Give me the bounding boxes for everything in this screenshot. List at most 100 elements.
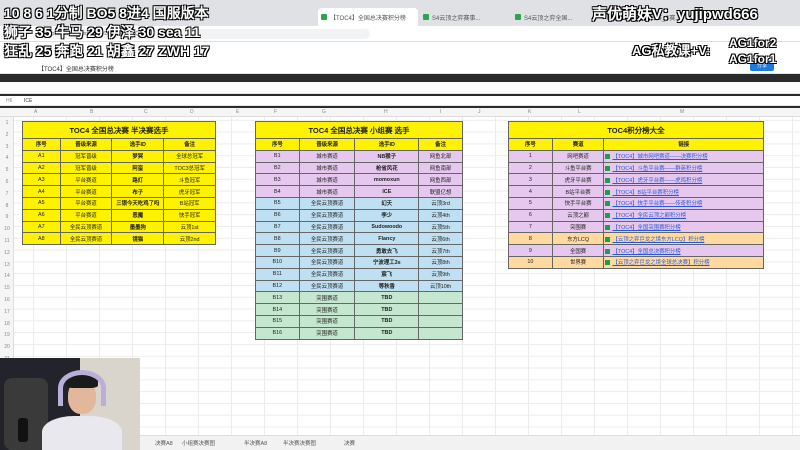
table-cell[interactable]: 城市赛道 <box>298 149 356 163</box>
col-k[interactable]: K <box>528 109 531 115</box>
table-cell[interactable]: 云顶1st <box>163 220 216 234</box>
table-cell[interactable]: B6 <box>255 208 300 222</box>
table-cell[interactable]: 墨墨狗 <box>111 220 165 234</box>
table-cell[interactable]: A4 <box>22 185 61 198</box>
table-cell[interactable]: 2 <box>508 161 553 175</box>
table-cell[interactable]: A7 <box>22 220 61 234</box>
table-cell[interactable]: B11 <box>255 267 300 281</box>
table-cell[interactable]: 平台赛道 <box>59 208 113 222</box>
table-cell[interactable]: TBD <box>354 303 420 316</box>
points-link[interactable]: 【TOC4】全国总决赛积分榜 <box>603 244 764 257</box>
table-cell[interactable]: 云顶2nd <box>163 232 216 246</box>
table-cell[interactable]: A3 <box>22 173 61 187</box>
row-number[interactable]: 12 <box>0 250 14 256</box>
table-cell[interactable]: 勇敢去飞 <box>354 244 420 257</box>
col-i[interactable]: I <box>440 109 441 115</box>
points-link[interactable]: 【TOC4】快手平台赛——传奇积分榜 <box>603 196 764 210</box>
col-c[interactable]: C <box>144 109 148 115</box>
table-cell[interactable] <box>418 314 463 328</box>
points-link[interactable]: 【TOC4】B站平台赛积分榜 <box>603 185 764 198</box>
row-number[interactable]: 16 <box>0 297 14 303</box>
table-cell[interactable]: 7 <box>508 220 553 234</box>
col-m[interactable]: M <box>680 109 684 115</box>
table-cell[interactable]: 全民云顶赛道 <box>298 267 356 281</box>
table-cell[interactable]: 城市赛道 <box>298 161 356 175</box>
row-number[interactable]: 1 <box>0 120 14 126</box>
table-cell[interactable]: 突围赛道 <box>298 314 356 328</box>
table-cell[interactable]: 快手平台赛 <box>551 196 605 210</box>
table-cell[interactable]: 李少 <box>354 208 420 222</box>
row-number[interactable]: 2 <box>0 132 14 138</box>
table-cell[interactable]: 全民云顶赛道 <box>298 196 356 210</box>
table-cell[interactable]: 恶魔 <box>111 208 165 222</box>
row-number[interactable]: 15 <box>0 285 14 291</box>
table-cell[interactable]: B8 <box>255 232 300 246</box>
row-number[interactable]: 8 <box>0 203 14 209</box>
table-cell[interactable]: TBD <box>354 291 420 305</box>
row-number[interactable]: 6 <box>0 179 14 185</box>
table-cell[interactable]: 斗鱼冠军 <box>163 173 216 187</box>
table-cell[interactable]: B12 <box>255 279 300 293</box>
table-cell[interactable]: 冠军晋级 <box>59 149 113 163</box>
formula-input[interactable]: ICE <box>24 98 32 104</box>
table-cell[interactable]: 突围赛 <box>551 220 605 234</box>
table-cell[interactable]: 网鱼南部 <box>418 161 463 175</box>
points-link-text[interactable]: 【云顶之弈巨龙之境东方LCQ】积分榜 <box>612 237 704 243</box>
table-cell[interactable]: ICE <box>354 185 420 198</box>
col-a[interactable]: A <box>34 109 37 115</box>
table-cell[interactable]: 4 <box>508 185 553 198</box>
browser-tab[interactable]: S4云顶之弈赛事... <box>420 8 510 26</box>
points-link-text[interactable]: 【TOC4】快手平台赛——传奇积分榜 <box>612 201 702 207</box>
table-cell[interactable]: 虎牙平台赛 <box>551 173 605 187</box>
table-cell[interactable]: 云顶3rd <box>418 196 463 210</box>
table-cell[interactable]: 幻夭 <box>354 196 420 210</box>
table-cell[interactable]: 全民云顶赛道 <box>298 244 356 257</box>
cell-reference[interactable]: H6 <box>6 98 12 104</box>
table-cell[interactable]: 10 <box>508 255 553 269</box>
table-cell[interactable]: 全民云顶赛道 <box>298 255 356 269</box>
table-cell[interactable]: 突围赛道 <box>298 303 356 316</box>
table-cell[interactable]: 虎牙冠军 <box>163 185 216 198</box>
table-cell[interactable] <box>418 303 463 316</box>
table-cell[interactable]: 等秋香 <box>354 279 420 293</box>
table-cell[interactable]: 全民云顶赛道 <box>298 208 356 222</box>
table-cell[interactable]: 云顶9th <box>418 267 463 281</box>
table-cell[interactable]: Flancy <box>354 232 420 246</box>
points-link-text[interactable]: 【TOC4】全民云顶之巅积分榜 <box>612 213 686 219</box>
table-cell[interactable]: 联盟亿想 <box>418 185 463 198</box>
table-cell[interactable]: 全民云顶赛道 <box>298 232 356 246</box>
table-cell[interactable]: TBD <box>354 326 420 340</box>
table-cell[interactable]: B7 <box>255 220 300 234</box>
points-link-text[interactable]: 【TOC4】全国总决赛积分榜 <box>612 249 680 255</box>
points-link[interactable]: 【云顶之弈巨龙之境东方LCQ】积分榜 <box>603 232 764 246</box>
table-cell[interactable]: 宸飞 <box>354 267 420 281</box>
table-cell[interactable]: B4 <box>255 185 300 198</box>
points-link[interactable]: 【TOC4】虎牙平台赛——虎鸡积分榜 <box>603 173 764 187</box>
row-number[interactable]: 3 <box>0 144 14 150</box>
table-cell[interactable]: 全民云顶赛道 <box>59 232 113 246</box>
table-cell[interactable]: NB猴子 <box>354 149 420 163</box>
table-cell[interactable]: 9 <box>508 244 553 257</box>
row-number[interactable]: 18 <box>0 321 14 327</box>
col-e[interactable]: E <box>236 109 239 115</box>
col-f[interactable]: F <box>274 109 277 115</box>
table-cell[interactable]: 突围赛道 <box>298 326 356 340</box>
row-number[interactable]: 17 <box>0 309 14 315</box>
table-cell[interactable]: A1 <box>22 149 61 163</box>
table-cell[interactable]: 全民云顶赛道 <box>59 220 113 234</box>
table-cell[interactable]: B15 <box>255 314 300 328</box>
table-cell[interactable]: 全民云顶赛道 <box>298 220 356 234</box>
table-cell[interactable]: 云顶5th <box>418 220 463 234</box>
table-cell[interactable]: 梦冥 <box>111 149 165 163</box>
table-cell[interactable]: B16 <box>255 326 300 340</box>
points-link[interactable]: 【TOC4】全民云顶之巅积分榜 <box>603 208 764 222</box>
table-cell[interactable]: 斗鱼平台赛 <box>551 161 605 175</box>
table-cell[interactable]: 世界赛 <box>551 255 605 269</box>
table-cell[interactable]: 6 <box>508 208 553 222</box>
table-cell[interactable]: 路灯 <box>111 173 165 187</box>
sheet-tab[interactable]: 决赛 <box>344 439 355 447</box>
table-cell[interactable]: 云顶6th <box>418 232 463 246</box>
col-j[interactable]: J <box>478 109 481 115</box>
row-number[interactable]: 14 <box>0 273 14 279</box>
row-number[interactable]: 7 <box>0 191 14 197</box>
